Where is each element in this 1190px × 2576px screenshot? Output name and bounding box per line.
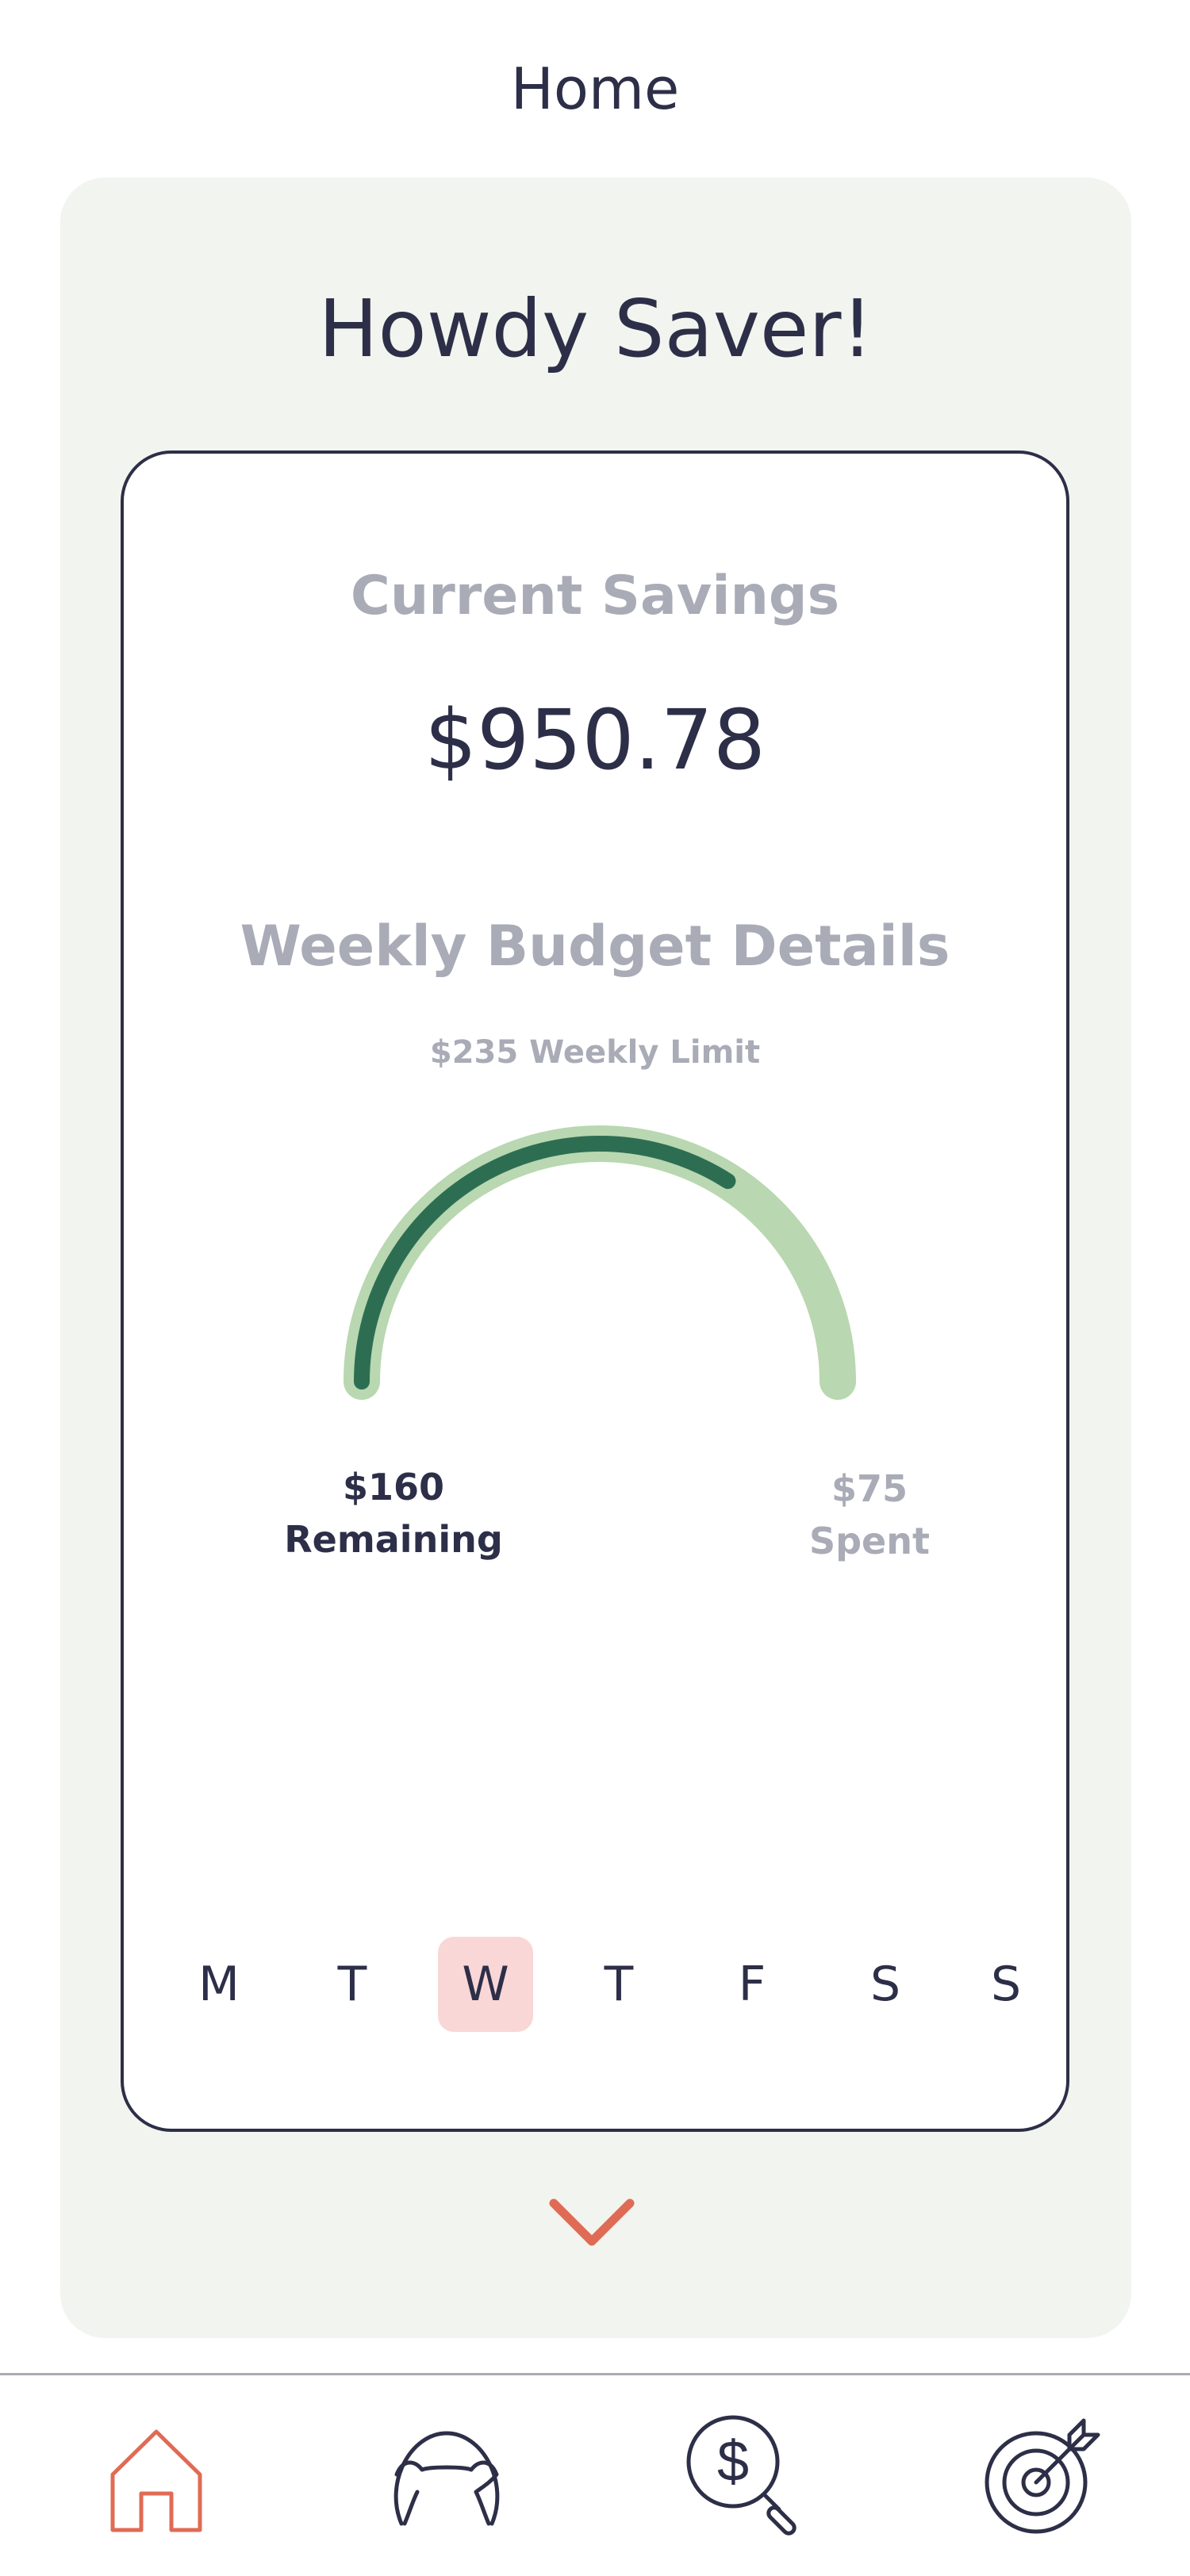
current-savings-label: Current Savings [350,565,840,627]
current-savings-value: $950.78 [424,692,766,788]
piggy-bank-icon [393,2431,500,2526]
weekly-limit-label: $235 Weekly Limit [429,1034,761,1071]
day-saturday[interactable]: S [838,1937,933,2032]
nav-spending-button[interactable]: $ [679,2411,814,2546]
page-title: Home [510,56,680,122]
day-thursday[interactable]: T [571,1937,666,2032]
weekday-selector: M T W T F S S [124,1937,1066,2032]
remaining-summary: $160 Remaining [243,1461,544,1566]
spent-value: $75 [831,1467,908,1510]
gauge-track [344,1125,856,1400]
nav-goals-button[interactable] [973,2411,1107,2546]
dollar-search-icon: $ [686,2415,797,2536]
day-sunday[interactable]: S [958,1937,1054,2032]
weekly-budget-label: Weekly Budget Details [240,914,950,979]
home-icon [110,2429,202,2532]
svg-text:$: $ [717,2430,749,2494]
chevron-down-icon[interactable] [544,2192,639,2256]
nav-divider [0,2373,1190,2375]
home-panel: Howdy Saver! Current Savings $950.78 Wee… [60,178,1131,2338]
remaining-value: $160 [342,1466,445,1508]
spent-summary: $75 Spent [774,1462,965,1567]
spent-label: Spent [809,1520,930,1562]
budget-card: Current Savings $950.78 Weekly Budget De… [121,450,1069,2132]
nav-home-button[interactable] [89,2411,224,2546]
day-wednesday[interactable]: W [438,1937,533,2032]
nav-savings-button[interactable] [379,2411,514,2546]
target-icon [985,2418,1100,2534]
budget-gauge [344,1125,856,1400]
greeting-heading: Howdy Saver! [318,282,873,375]
day-friday[interactable]: F [704,1937,800,2032]
day-tuesday[interactable]: T [305,1937,400,2032]
day-monday[interactable]: M [171,1937,267,2032]
gauge-fill-remaining [354,1136,736,1390]
remaining-label: Remaining [284,1518,503,1561]
